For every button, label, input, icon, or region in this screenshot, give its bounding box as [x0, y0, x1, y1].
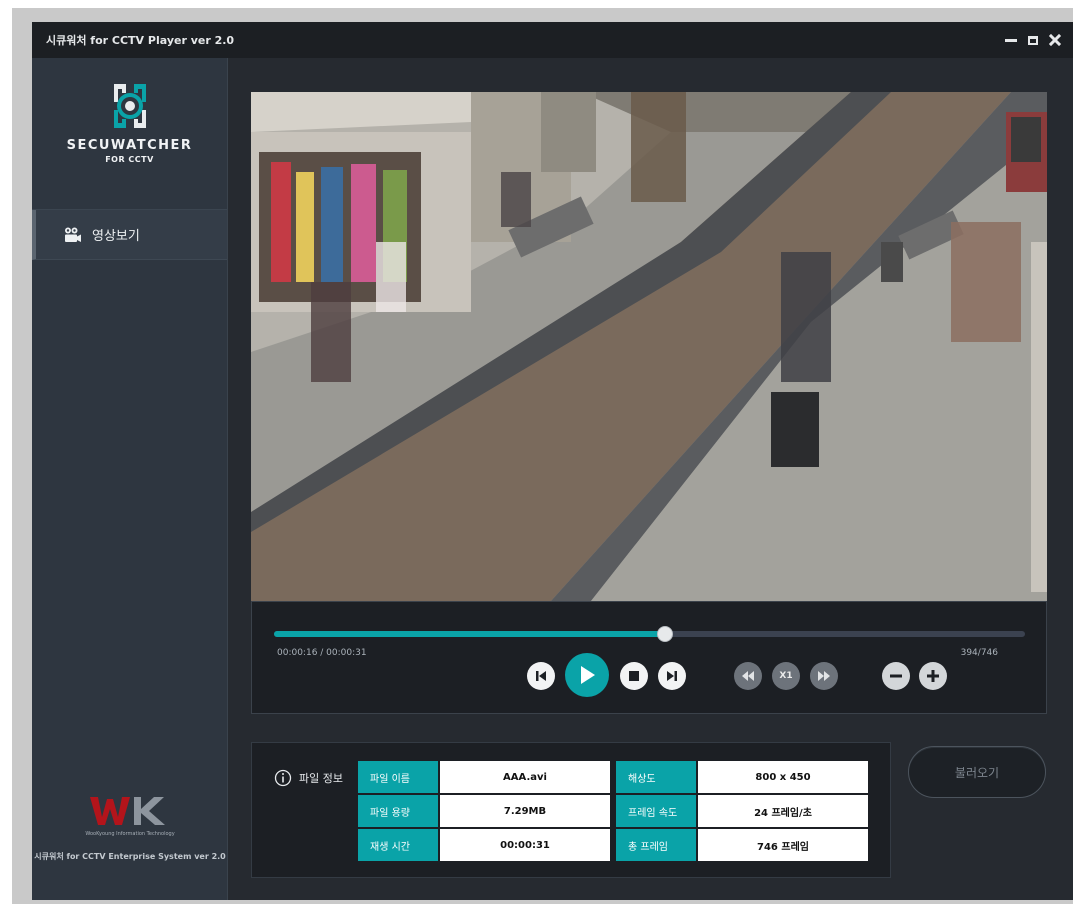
- stop-button[interactable]: [620, 662, 648, 690]
- play-button[interactable]: [565, 653, 609, 697]
- info-value: 24 프레임/초: [697, 794, 869, 828]
- stop-icon: [629, 671, 639, 681]
- app-window: 시큐워처 for CCTV Player ver 2.0 SECUWATCHER…: [32, 22, 1073, 900]
- play-icon: [581, 666, 595, 684]
- brand-name: SECUWATCHER: [66, 138, 193, 153]
- file-info-header: 파일 정보: [274, 769, 343, 787]
- file-info-panel: 파일 정보 파일 이름 AAA.avi 해상도 800 x 450 파일 용량 …: [251, 742, 891, 878]
- info-value: 7.29MB: [439, 794, 611, 828]
- sidebar: SECUWATCHER FOR CCTV 영상보기 WooKyoung Info…: [32, 58, 228, 900]
- fast-forward-icon: [818, 671, 830, 681]
- table-row: 재생 시간 00:00:31 총 프레임 746 프레임: [357, 828, 869, 862]
- info-label: 해상도: [615, 760, 697, 794]
- load-file-button[interactable]: 불러오기: [908, 746, 1046, 798]
- file-info-title: 파일 정보: [299, 772, 343, 785]
- info-label: 파일 용량: [357, 794, 439, 828]
- info-value: AAA.avi: [439, 760, 611, 794]
- cctv-frame-image: [251, 92, 1047, 601]
- info-value: 800 x 450: [697, 760, 869, 794]
- minimize-button[interactable]: [1003, 32, 1019, 48]
- sidebar-item-video-view[interactable]: 영상보기: [32, 210, 227, 260]
- skip-previous-icon: [536, 671, 546, 681]
- video-frame[interactable]: [251, 92, 1047, 601]
- zoom-in-icon: [927, 670, 939, 682]
- info-value: 746 프레임: [697, 828, 869, 862]
- window-title: 시큐워처 for CCTV Player ver 2.0: [46, 34, 235, 47]
- info-label: 재생 시간: [357, 828, 439, 862]
- skip-next-button[interactable]: [658, 662, 686, 690]
- maximize-button[interactable]: [1025, 32, 1041, 48]
- skip-next-icon: [667, 671, 677, 681]
- footer-version-text: 시큐워처 for CCTV Enterprise System ver 2.0: [34, 852, 226, 861]
- info-label: 파일 이름: [357, 760, 439, 794]
- playback-speed-button[interactable]: X1: [772, 662, 800, 690]
- sidebar-footer: WooKyoung Information Technology 시큐워처 fo…: [32, 793, 228, 862]
- info-value: 00:00:31: [439, 828, 611, 862]
- seek-bar-thumb[interactable]: [656, 626, 673, 642]
- skip-previous-button[interactable]: [527, 662, 555, 690]
- info-icon: [274, 769, 292, 787]
- info-label: 프레임 속도: [615, 794, 697, 828]
- seek-bar[interactable]: [274, 626, 1025, 642]
- zoom-out-icon: [890, 674, 902, 678]
- secuwatcher-logo-icon: [113, 84, 146, 128]
- time-display: 00:00:16 / 00:00:31: [277, 648, 367, 658]
- brand-subtitle: FOR CCTV: [105, 155, 154, 164]
- sidebar-item-label: 영상보기: [92, 229, 140, 244]
- table-row: 파일 용량 7.29MB 프레임 속도 24 프레임/초: [357, 794, 869, 828]
- maximize-icon: [1028, 35, 1038, 45]
- close-icon: [1049, 34, 1061, 46]
- seek-bar-fill: [274, 631, 665, 637]
- fast-forward-button[interactable]: [810, 662, 838, 690]
- rewind-button[interactable]: [734, 662, 762, 690]
- zoom-in-button[interactable]: [919, 662, 947, 690]
- wk-logo-icon: [90, 797, 165, 825]
- title-bar[interactable]: 시큐워처 for CCTV Player ver 2.0: [32, 22, 1073, 58]
- zoom-out-button[interactable]: [882, 662, 910, 690]
- rewind-icon: [742, 671, 754, 681]
- brand: SECUWATCHER FOR CCTV: [32, 58, 227, 210]
- info-label: 총 프레임: [615, 828, 697, 862]
- window-controls: [1003, 22, 1063, 58]
- footer-company-name: WooKyoung Information Technology: [85, 831, 175, 837]
- table-row: 파일 이름 AAA.avi 해상도 800 x 450: [357, 760, 869, 794]
- minimize-icon: [1005, 38, 1017, 42]
- playback-controls: 00:00:16 / 00:00:31 394/746 X1: [251, 601, 1047, 714]
- file-info-table: 파일 이름 AAA.avi 해상도 800 x 450 파일 용량 7.29MB…: [357, 760, 869, 862]
- close-button[interactable]: [1047, 32, 1063, 48]
- camera-icon: [65, 227, 81, 242]
- frame-counter: 394/746: [960, 648, 998, 658]
